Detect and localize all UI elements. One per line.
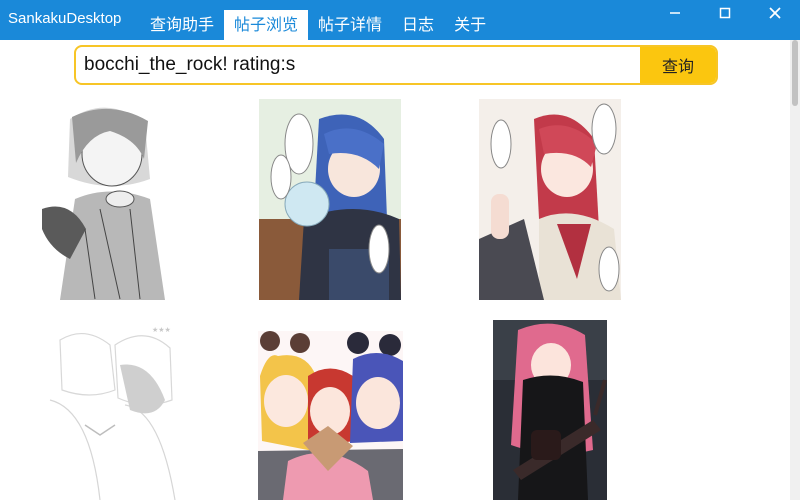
tab-bar: 查询助手 帖子浏览 帖子详情 日志 关于 [140, 10, 496, 40]
post-image [493, 320, 607, 500]
post-image [40, 99, 177, 300]
post-image [259, 99, 401, 300]
close-icon [769, 7, 781, 19]
tab-post-browse[interactable]: 帖子浏览 [224, 10, 309, 40]
title-bar: SankakuDesktop 查询助手 帖子浏览 帖子详情 日志 关于 [0, 0, 800, 40]
tab-about[interactable]: 关于 [444, 10, 496, 40]
post-thumbnail[interactable] [479, 99, 621, 300]
search-box: 查询 [74, 45, 718, 85]
minimize-icon [670, 12, 680, 14]
post-image: ★★★ [30, 320, 190, 500]
search-input[interactable] [76, 47, 642, 83]
svg-text:★★★: ★★★ [152, 326, 171, 334]
maximize-icon [719, 7, 731, 19]
post-thumbnail[interactable] [259, 99, 401, 300]
post-thumbnail[interactable]: ★★★ [30, 320, 190, 500]
scroll-thumb[interactable] [792, 40, 798, 106]
tab-post-detail[interactable]: 帖子详情 [308, 10, 392, 40]
post-image [258, 331, 403, 500]
close-button[interactable] [750, 0, 800, 26]
post-thumbnail[interactable] [40, 99, 177, 300]
maximize-button[interactable] [700, 0, 750, 26]
post-thumbnail[interactable] [258, 331, 403, 500]
minimize-button[interactable] [650, 0, 700, 26]
app-title: SankakuDesktop [8, 10, 122, 27]
post-image [479, 99, 621, 300]
search-button[interactable]: 查询 [640, 47, 716, 83]
tab-log[interactable]: 日志 [392, 10, 444, 40]
tab-query-helper[interactable]: 查询助手 [140, 10, 224, 40]
post-thumbnail[interactable] [493, 320, 607, 500]
vertical-scrollbar[interactable] [790, 40, 800, 500]
